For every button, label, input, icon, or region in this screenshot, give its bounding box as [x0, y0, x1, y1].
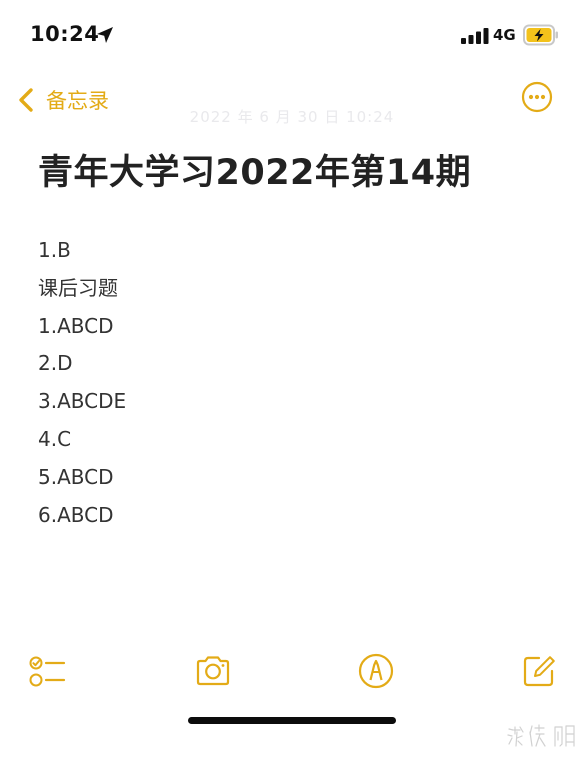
note-line: 6.ABCD	[38, 502, 114, 527]
battery-charging-icon	[523, 24, 558, 46]
network-type-label: 4G	[493, 26, 516, 44]
camera-icon	[196, 656, 230, 686]
checklist-button[interactable]	[28, 652, 66, 690]
compose-icon	[523, 656, 555, 687]
camera-button[interactable]	[194, 652, 232, 690]
note-line: 1.B	[38, 238, 71, 262]
watermark-logo	[506, 722, 578, 750]
note-title[interactable]: 青年大学习2022年第14期	[38, 144, 471, 195]
note-line: 1.ABCD	[38, 313, 114, 338]
note-line: 3.ABCDE	[38, 389, 127, 414]
note-body[interactable]: 1.B 课后习题 1.ABCD 2.D 3.ABCDE 4.C 5.ABCD 6…	[38, 232, 558, 534]
home-indicator[interactable]	[188, 717, 396, 724]
bottom-toolbar	[0, 648, 584, 694]
note-line: 课后习题	[38, 275, 118, 300]
compose-button[interactable]	[520, 652, 558, 690]
notes-app-screen: 10:24 4G 备忘录 2022 年 6 月 30 日 10:24 青年大学习…	[0, 0, 584, 764]
markup-button[interactable]	[357, 652, 395, 690]
note-line: 4.C	[38, 426, 72, 451]
cellular-signal-icon	[461, 28, 489, 44]
status-time: 10:24	[30, 22, 100, 46]
note-line: 5.ABCD	[38, 464, 114, 489]
checklist-icon	[29, 656, 66, 687]
note-line: 2.D	[38, 351, 73, 376]
markup-pen-icon	[358, 653, 394, 689]
location-arrow-icon	[97, 27, 113, 43]
watermark-logo-glyphs	[507, 724, 575, 747]
status-bar: 10:24 4G	[0, 0, 584, 70]
note-timestamp: 2022 年 6 月 30 日 10:24	[189, 108, 395, 126]
